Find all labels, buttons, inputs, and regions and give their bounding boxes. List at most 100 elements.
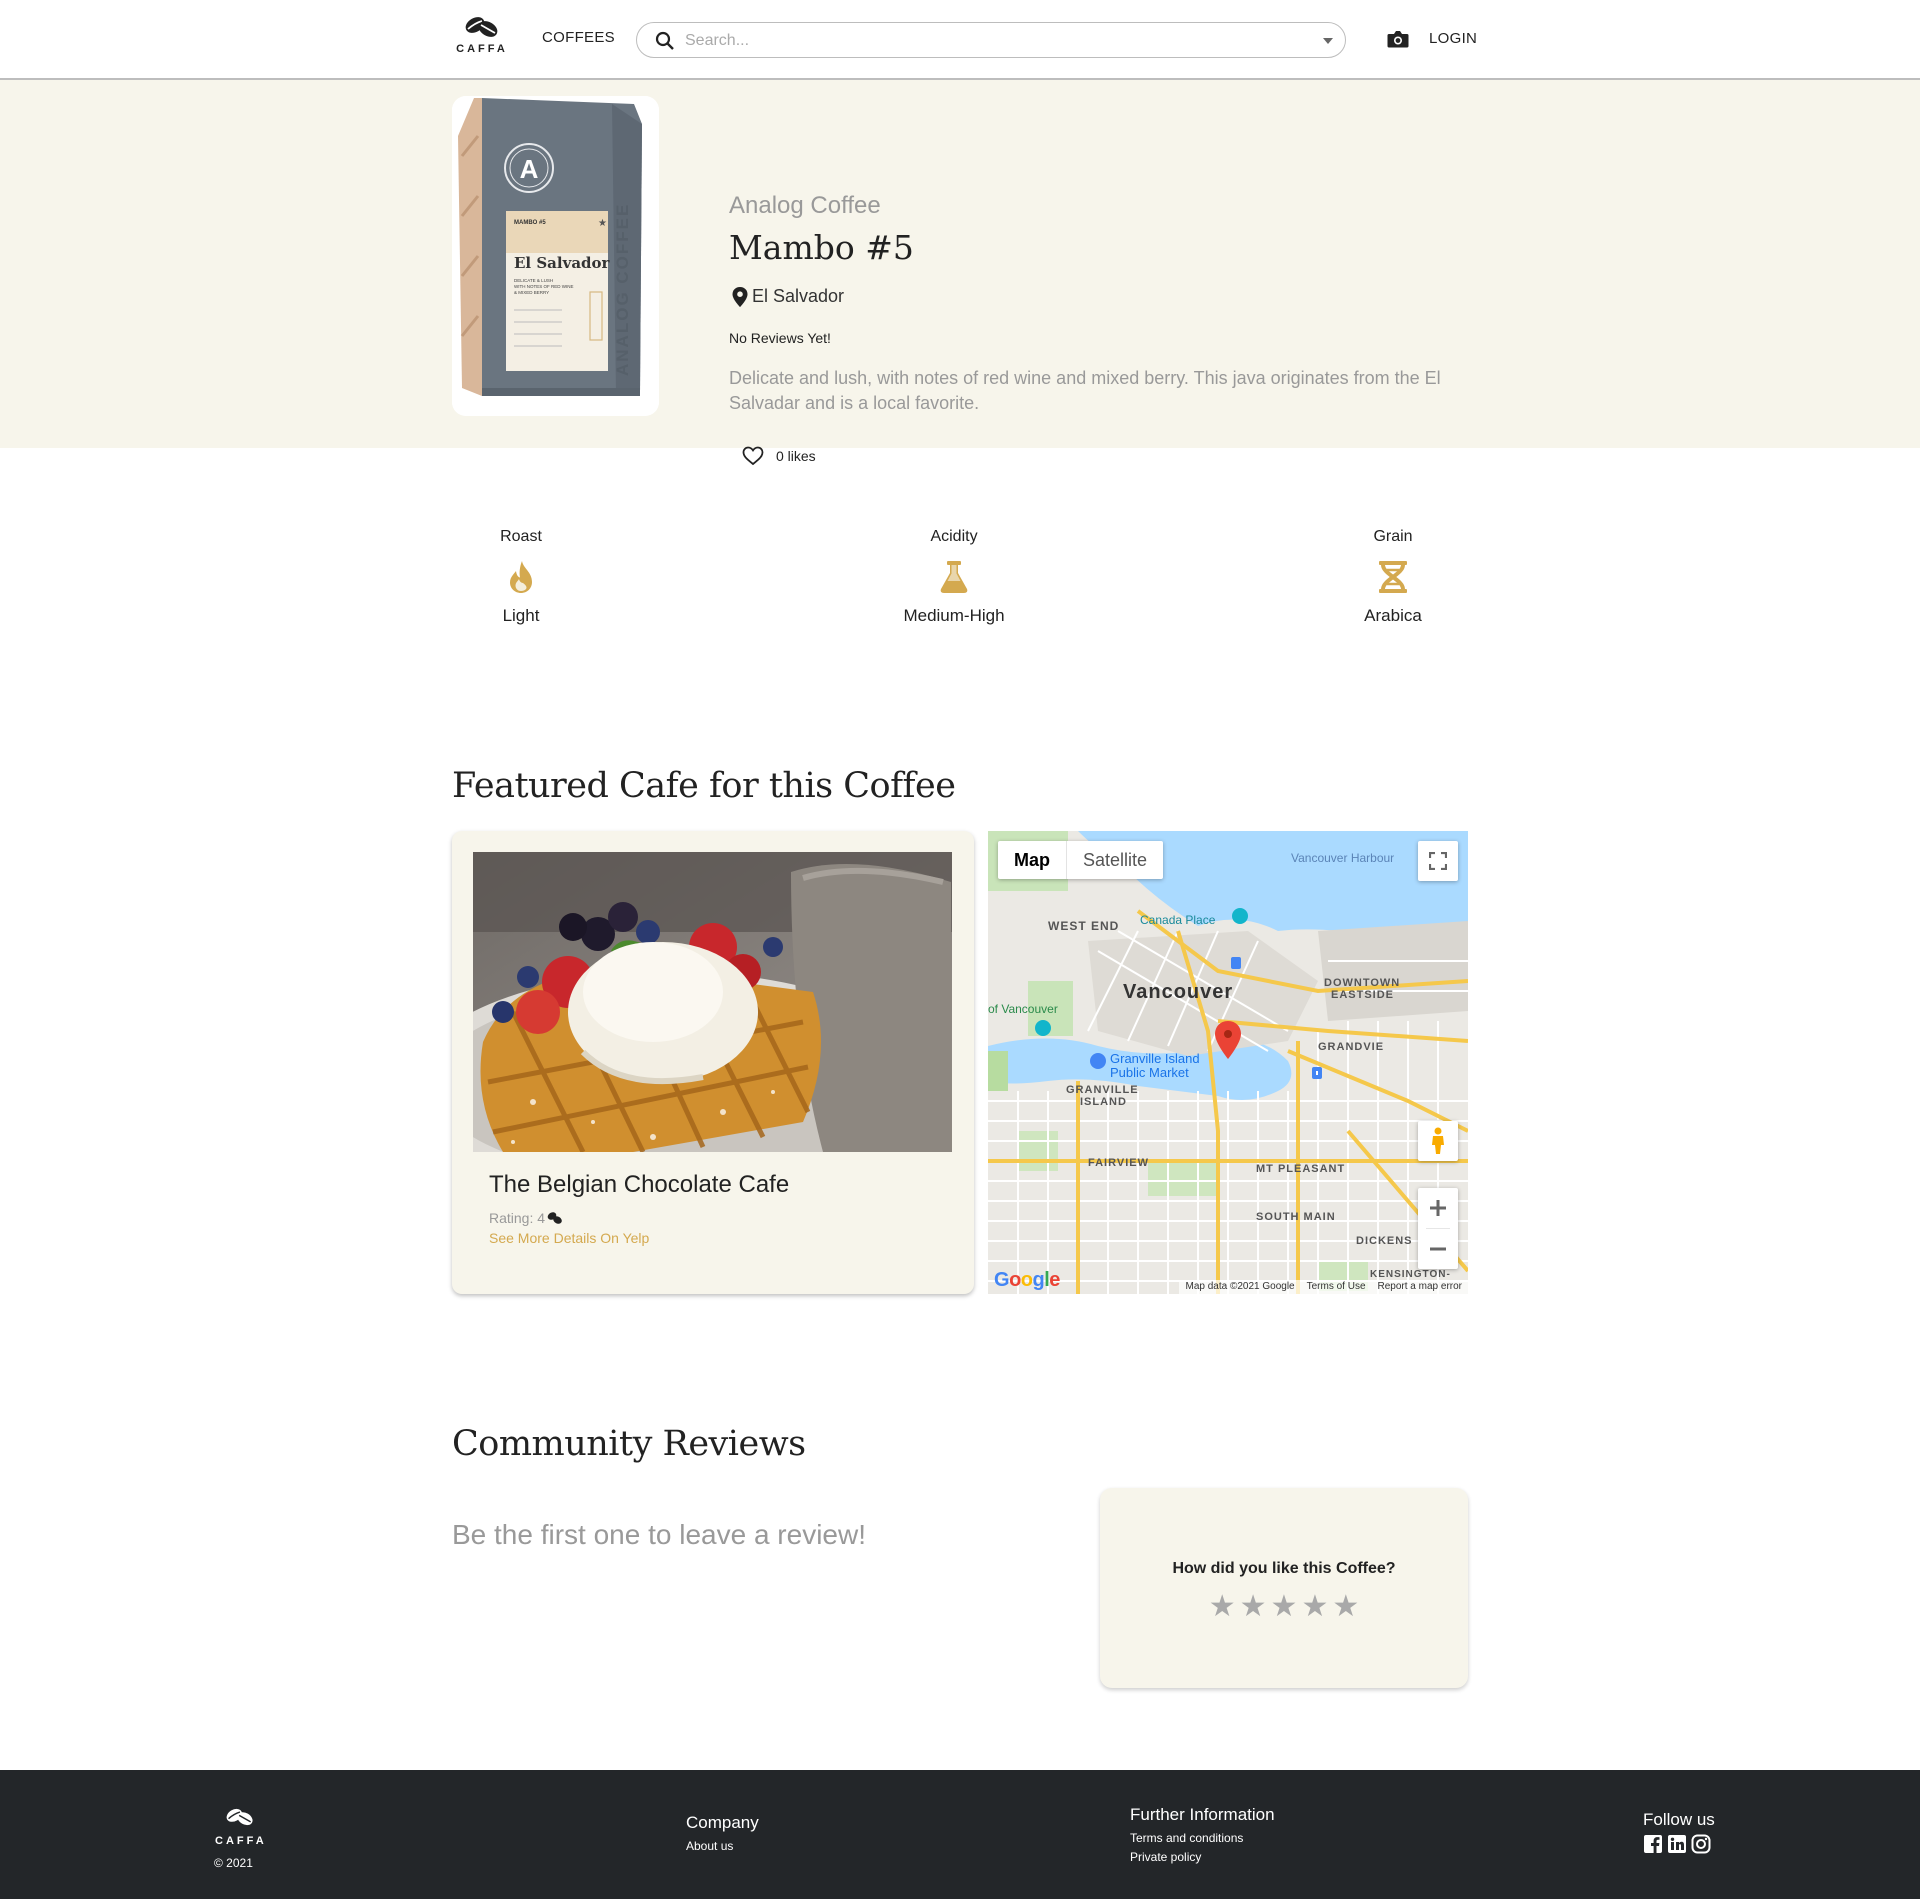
map-report-link[interactable]: Report a map error xyxy=(1378,1281,1462,1293)
origin-row: El Salvador xyxy=(732,286,844,307)
map-label-downtown: DOWNTOWN xyxy=(1324,977,1401,989)
chevron-down-icon[interactable] xyxy=(1323,38,1333,44)
coffee-bag-image: A MAMBO #5 ★ El Salvador DELICATE & LUSH… xyxy=(452,96,659,416)
footer-info-heading: Further Information xyxy=(1130,1805,1275,1824)
map-label-kensington: KENSINGTON- xyxy=(1370,1269,1451,1280)
caffa-logo[interactable]: CAFFA xyxy=(452,12,512,60)
attribute-roast: Roast Light xyxy=(421,528,621,626)
attribute-label: Acidity xyxy=(930,528,978,545)
attribute-value: Medium-High xyxy=(903,606,1005,625)
attribute-label: Roast xyxy=(500,528,542,545)
footer-logo[interactable]: CAFFA xyxy=(215,1804,265,1847)
map-type-toggle: Map Satellite xyxy=(998,841,1164,879)
star-icon[interactable]: ★ xyxy=(1271,1592,1298,1622)
coffee-beans-logo-icon xyxy=(226,1808,253,1826)
svg-text:DELICATE & LUSH: DELICATE & LUSH xyxy=(514,278,553,283)
attribute-value: Light xyxy=(502,606,540,625)
dna-icon xyxy=(1379,561,1407,593)
map-label-south-main: SOUTH MAIN xyxy=(1256,1211,1336,1223)
star-icon[interactable]: ★ xyxy=(1240,1592,1267,1622)
instagram-icon[interactable] xyxy=(1691,1834,1711,1854)
roaster-name: Analog Coffee xyxy=(729,192,881,219)
map-data-text: Map data ©2021 Google xyxy=(1185,1281,1295,1292)
star-icon[interactable]: ★ xyxy=(1301,1592,1328,1622)
cafe-location-map[interactable]: Vancouver Harbour WEST END Canada Place … xyxy=(988,831,1468,1294)
reviews-status: No Reviews Yet! xyxy=(729,330,831,346)
community-reviews-heading: Community Reviews xyxy=(452,1424,806,1464)
flask-icon xyxy=(940,561,968,593)
coffee-bean-icon xyxy=(547,1212,562,1224)
map-canvas[interactable] xyxy=(988,831,1468,1294)
likes-count: 0 likes xyxy=(776,448,816,464)
search-bar[interactable] xyxy=(636,22,1346,58)
coffee-beans-logo-icon xyxy=(465,17,498,37)
fullscreen-button[interactable] xyxy=(1418,841,1458,881)
featured-cafe-card[interactable]: The Belgian Chocolate Cafe Rating: 4 See… xyxy=(452,831,974,1294)
yelp-details-link[interactable]: See More Details On Yelp xyxy=(489,1230,649,1246)
map-type-satellite-button[interactable]: Satellite xyxy=(1067,841,1163,879)
map-label-grandview: GRANDVIE xyxy=(1318,1041,1385,1053)
search-icon xyxy=(655,31,674,50)
location-pin-icon xyxy=(732,286,748,307)
map-label-granville: GRANVILLE xyxy=(1066,1084,1139,1096)
map-label-west-end: WEST END xyxy=(1048,919,1120,933)
footer-follow-heading: Follow us xyxy=(1643,1810,1715,1829)
zoom-controls xyxy=(1418,1188,1458,1269)
cafe-rating: Rating: 4 xyxy=(489,1210,563,1226)
map-terms-link[interactable]: Terms of Use xyxy=(1307,1281,1366,1293)
pegman-icon xyxy=(1432,1127,1444,1154)
svg-text:★: ★ xyxy=(598,218,607,229)
camera-icon[interactable] xyxy=(1387,30,1409,48)
svg-text:A: A xyxy=(520,154,539,184)
coffee-name: Mambo #5 xyxy=(729,228,914,267)
copyright: © 2021 xyxy=(214,1856,253,1870)
about-us-link[interactable]: About us xyxy=(686,1837,759,1856)
search-input[interactable] xyxy=(685,29,1285,53)
privacy-link[interactable]: Private policy xyxy=(1130,1848,1275,1867)
map-attribution: Map data ©2021 Google Terms of Use Repor… xyxy=(1179,1280,1468,1294)
map-label-fairview: FAIRVIEW xyxy=(1088,1157,1149,1169)
login-link[interactable]: LOGIN xyxy=(1429,30,1477,47)
rate-coffee-card: How did you like this Coffee? ★ ★ ★ ★ ★ xyxy=(1100,1488,1468,1688)
social-links xyxy=(1643,1834,1715,1854)
logo-text: CAFFA xyxy=(456,43,508,55)
footer-social-column: Follow us xyxy=(1643,1810,1715,1854)
facebook-icon[interactable] xyxy=(1643,1834,1663,1854)
attribute-label: Grain xyxy=(1373,528,1413,545)
minus-icon xyxy=(1430,1247,1446,1251)
map-type-map-button[interactable]: Map xyxy=(998,841,1067,879)
terms-link[interactable]: Terms and conditions xyxy=(1130,1829,1275,1848)
map-label-island: ISLAND xyxy=(1080,1096,1127,1108)
empty-reviews-message: Be the first one to leave a review! xyxy=(452,1519,866,1550)
linkedin-icon[interactable] xyxy=(1667,1834,1687,1854)
nav-coffees-link[interactable]: COFFEES xyxy=(542,29,615,46)
footer-company-heading: Company xyxy=(686,1813,759,1832)
footer-company-column: Company About us xyxy=(686,1813,759,1856)
heart-icon[interactable] xyxy=(742,446,764,466)
google-logo[interactable]: Google xyxy=(994,1269,1060,1292)
zoom-in-button[interactable] xyxy=(1418,1188,1458,1228)
svg-text:MAMBO #5: MAMBO #5 xyxy=(514,220,546,226)
product-hero: A MAMBO #5 ★ El Salvador DELICATE & LUSH… xyxy=(0,80,1920,466)
map-label-vancouver: Vancouver xyxy=(1123,981,1234,1003)
map-label-public-market: Public Market xyxy=(1110,1065,1189,1080)
flame-icon xyxy=(510,561,532,593)
product-image-card: A MAMBO #5 ★ El Salvador DELICATE & LUSH… xyxy=(452,96,659,416)
zoom-out-button[interactable] xyxy=(1418,1229,1458,1269)
map-label-dickens: DICKENS xyxy=(1356,1235,1413,1247)
star-icon[interactable]: ★ xyxy=(1209,1592,1236,1622)
cafe-rating-text: Rating: 4 xyxy=(489,1210,546,1226)
star-icon[interactable]: ★ xyxy=(1332,1592,1359,1622)
map-label-canada-place: Canada Place xyxy=(1140,913,1216,927)
origin-text: El Salvador xyxy=(752,286,845,306)
map-label-mt-pleasant: MT PLEASANT xyxy=(1256,1163,1346,1175)
cafe-photo xyxy=(473,852,952,1152)
plus-icon xyxy=(1430,1200,1446,1216)
attribute-value: Arabica xyxy=(1364,606,1422,625)
cafe-name: The Belgian Chocolate Cafe xyxy=(489,1171,790,1198)
map-label-harbour: Vancouver Harbour xyxy=(1291,851,1395,865)
svg-text:ANALOG COFFEE: ANALOG COFFEE xyxy=(613,203,632,376)
likes-row: 0 likes xyxy=(742,446,816,466)
street-view-button[interactable] xyxy=(1418,1121,1458,1161)
map-label-eastside: EASTSIDE xyxy=(1331,989,1395,1001)
